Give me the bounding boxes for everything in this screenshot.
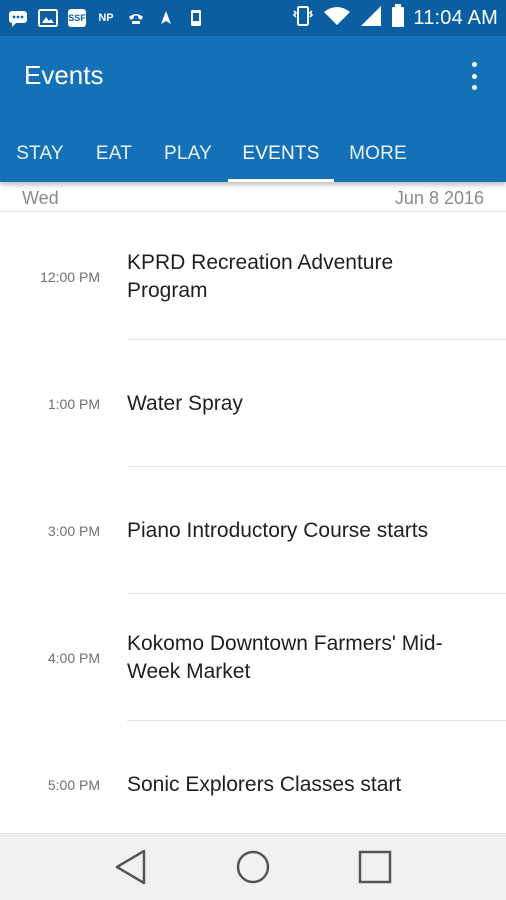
events-list: 12:00 PM KPRD Recreation Adventure Progr… [0, 213, 506, 833]
date-full: Jun 8 2016 [394, 188, 484, 208]
tab-stay[interactable]: STAY [0, 126, 80, 182]
event-title: Piano Introductory Course starts [127, 518, 429, 542]
tab-play[interactable]: PLAY [148, 126, 228, 182]
home-icon[interactable] [231, 845, 275, 889]
date-header: Wed Jun 8 2016 [0, 182, 506, 212]
event-time: 3:00 PM [47, 522, 100, 539]
signal-icon [359, 5, 383, 32]
event-title: Water Spray [127, 391, 243, 415]
overflow-menu-icon[interactable] [462, 62, 486, 90]
system-status: 11:04 AM [291, 3, 498, 33]
date-day: Wed [22, 188, 59, 208]
vibrate-icon [291, 5, 315, 32]
event-row[interactable]: 3:00 PM Piano Introductory Course starts [0, 467, 506, 594]
event-row[interactable]: 12:00 PM KPRD Recreation Adventure Progr… [0, 213, 506, 340]
notification-icons: SSF NP [8, 8, 206, 28]
status-time: 11:04 AM [413, 6, 498, 29]
screen: SSF NP 11:04 AM Events STAY EAT PLAY EVE… [0, 0, 506, 900]
event-row[interactable]: 5:00 PM Sonic Explorers Classes start [0, 721, 506, 833]
event-time: 1:00 PM [47, 395, 100, 412]
message-icon [8, 8, 28, 28]
phone-icon [126, 8, 146, 28]
navigation-icon [156, 8, 176, 28]
app-bar: Events STAY EAT PLAY EVENTS MORE [0, 36, 506, 182]
battery-icon [391, 3, 405, 33]
np-icon: NP [98, 12, 114, 24]
tab-events[interactable]: EVENTS [228, 126, 334, 182]
event-time: 4:00 PM [47, 649, 100, 666]
status-bar: SSF NP 11:04 AM [0, 0, 506, 36]
event-time: 5:00 PM [47, 776, 100, 793]
event-title: Kokomo Downtown Farmers' Mid-Week Market [127, 631, 443, 683]
tab-more[interactable]: MORE [334, 126, 422, 182]
event-row[interactable]: 4:00 PM Kokomo Downtown Farmers' Mid-Wee… [0, 594, 506, 721]
app-icon [186, 8, 206, 28]
tab-eat[interactable]: EAT [80, 126, 148, 182]
page-title: Events [24, 60, 104, 90]
navigation-bar [0, 833, 506, 900]
back-icon[interactable] [109, 845, 153, 889]
event-row[interactable]: 1:00 PM Water Spray [0, 340, 506, 467]
event-time: 12:00 PM [40, 268, 100, 285]
tab-bar: STAY EAT PLAY EVENTS MORE [0, 126, 422, 182]
news-icon: SSF [68, 9, 86, 27]
recents-icon[interactable] [353, 845, 397, 889]
image-icon [38, 8, 58, 28]
wifi-icon [323, 5, 351, 32]
event-title: Sonic Explorers Classes start [127, 772, 402, 796]
event-title: KPRD Recreation Adventure Program [127, 250, 394, 302]
